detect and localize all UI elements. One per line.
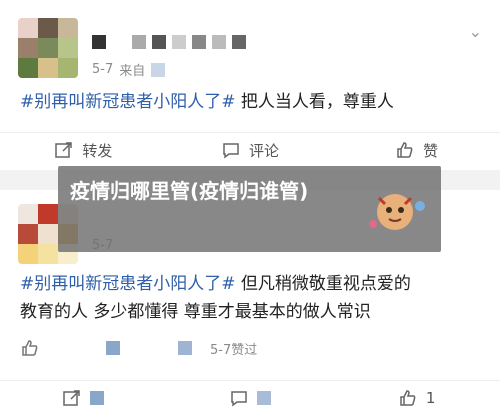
- overlay-title: 疫情归哪里管(疫情归谁管): [70, 179, 309, 203]
- title-overlay: 疫情归哪里管(疫情归谁管): [58, 166, 441, 252]
- liked-row: 5-7赞过: [20, 338, 257, 358]
- liker-avatar[interactable]: [106, 341, 120, 355]
- liker-avatar[interactable]: [178, 341, 192, 355]
- repost-icon: [55, 142, 73, 158]
- repost-button[interactable]: [0, 381, 167, 415]
- action-bar: 转发 评论 赞: [0, 132, 500, 167]
- post-text-line2: 教育的人 多少都懂得 尊重才最基本的做人常识: [20, 302, 371, 322]
- hashtag-link[interactable]: #别再叫新冠患者小阳人了#: [20, 92, 236, 112]
- redacted-label: [90, 391, 105, 405]
- redacted-label: [257, 391, 271, 405]
- thumbs-up-icon: [22, 340, 38, 356]
- chevron-down-icon[interactable]: ⌄: [469, 22, 482, 41]
- comment-icon: [223, 143, 239, 159]
- cartoon-sticker-icon: [369, 194, 425, 230]
- comment-button[interactable]: 评论: [167, 133, 334, 167]
- comment-icon: [231, 391, 247, 407]
- like-count: 1: [425, 389, 436, 407]
- like-label: 赞: [423, 141, 439, 160]
- comment-label: 评论: [249, 141, 280, 160]
- liked-time: 5-7赞过: [210, 342, 258, 358]
- repost-icon: [63, 390, 81, 406]
- like-button[interactable]: 赞: [333, 133, 500, 167]
- post-meta: 5-7 来自: [92, 60, 166, 79]
- source-icon: [151, 62, 166, 77]
- avatar[interactable]: [18, 18, 78, 78]
- post-text: #别再叫新冠患者小阳人了# 但凡稍微敬重视点爱的 教育的人 多少都懂得 尊重才最…: [20, 270, 480, 326]
- post-text-body: 把人当人看，尊重人: [240, 92, 394, 112]
- post-text: #别再叫新冠患者小阳人了# 把人当人看，尊重人: [20, 88, 480, 116]
- thumbs-up-icon: [397, 142, 413, 158]
- post-text-body: 但凡稍微敬重视点爱的: [240, 274, 411, 294]
- post-source: 来自: [119, 64, 146, 79]
- repost-label: 转发: [82, 141, 113, 160]
- post-time: 5-7: [92, 62, 114, 77]
- action-bar: 1: [0, 380, 500, 415]
- username-redacted[interactable]: [92, 35, 246, 49]
- like-button[interactable]: 1: [333, 381, 500, 415]
- comment-button[interactable]: [167, 381, 334, 415]
- hashtag-link[interactable]: #别再叫新冠患者小阳人了#: [20, 274, 236, 294]
- post-card-1: 5-7 来自 ⌄ #别再叫新冠患者小阳人了# 把人当人看，尊重人 转发 评论 赞: [0, 0, 500, 170]
- repost-button[interactable]: 转发: [0, 133, 167, 167]
- thumbs-up-icon: [400, 390, 416, 406]
